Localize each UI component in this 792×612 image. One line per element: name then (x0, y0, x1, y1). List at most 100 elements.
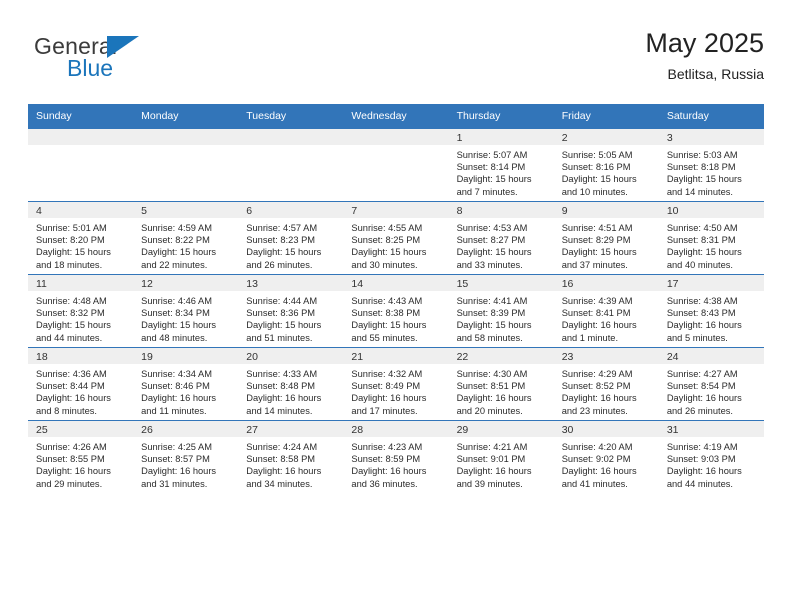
daylight-line-2: and 33 minutes. (456, 259, 523, 270)
daylight-line-2: and 20 minutes. (456, 405, 523, 416)
sunrise-time: Sunrise: 4:23 AM (351, 442, 423, 452)
sunset-time: Sunset: 8:48 PM (246, 381, 316, 392)
calendar-day-cell[interactable]: 1 Sunrise: 5:07 AM Sunset: 8:14 PM Daylight… (448, 128, 554, 202)
calendar-cell-empty (28, 128, 134, 202)
daylight-line-2: and 5 minutes. (666, 332, 728, 343)
calendar-day-cell[interactable]: 4 Sunrise: 5:01 AM Sunset: 8:20 PM Daylight… (28, 201, 134, 275)
sunrise-time: Sunrise: 4:51 AM (561, 223, 633, 233)
day-number: 26 (133, 421, 239, 437)
day-number: 11 (28, 275, 134, 291)
daylight-line-2: and 14 minutes. (666, 186, 733, 197)
calendar-day-cell[interactable]: 3 Sunrise: 5:03 AM Sunset: 8:18 PM Daylight… (658, 128, 764, 202)
calendar-day-cell[interactable]: 10 Sunrise: 4:50 AM Sunset: 8:31 PM Dayligh… (658, 201, 764, 275)
sunset-time: Sunset: 8:52 PM (561, 381, 631, 392)
calendar-day-cell[interactable]: 28 Sunrise: 4:23 AM Sunset: 8:59 PM Dayligh… (343, 420, 449, 493)
sunset-time: Sunset: 8:34 PM (141, 308, 210, 319)
sunset-time: Sunset: 8:41 PM (561, 308, 631, 319)
day-details: Sunrise: 4:55 AM Sunset: 8:25 PM Daylight:… (343, 218, 448, 271)
sunrise-time: Sunrise: 4:25 AM (141, 442, 212, 452)
calendar-day-cell[interactable]: 30 Sunrise: 4:20 AM Sunset: 9:02 PM Dayligh… (553, 420, 659, 493)
sunset-time: Sunset: 8:51 PM (456, 381, 526, 392)
calendar-day-cell[interactable]: 16 Sunrise: 4:39 AM Sunset: 8:41 PM Dayligh… (553, 274, 659, 348)
sunrise-time: Sunrise: 5:07 AM (456, 150, 528, 160)
sunrise-time: Sunrise: 5:03 AM (666, 150, 738, 160)
daylight-line-1: Daylight: 16 hours (666, 320, 742, 331)
day-details: Sunrise: 4:46 AM Sunset: 8:34 PM Daylight:… (133, 291, 238, 344)
calendar-day-cell[interactable]: 7 Sunrise: 4:55 AM Sunset: 8:25 PM Daylight… (343, 201, 449, 275)
calendar-day-cell[interactable]: 20 Sunrise: 4:33 AM Sunset: 8:48 PM Dayligh… (238, 347, 344, 421)
calendar-day-cell[interactable]: 22 Sunrise: 4:30 AM Sunset: 8:51 PM Dayligh… (448, 347, 554, 421)
sunset-time: Sunset: 8:20 PM (36, 235, 105, 246)
calendar-day-cell[interactable]: 11 Sunrise: 4:48 AM Sunset: 8:32 PM Dayligh… (28, 274, 134, 348)
daylight-line-1: Daylight: 16 hours (666, 393, 742, 404)
sunrise-time: Sunrise: 4:33 AM (246, 369, 318, 379)
daylight-line-1: Daylight: 15 hours (561, 174, 637, 185)
sunrise-time: Sunrise: 4:29 AM (561, 369, 633, 379)
daylight-line-1: Daylight: 15 hours (36, 247, 111, 258)
sunrise-time: Sunrise: 4:30 AM (456, 369, 528, 379)
daylight-line-1: Daylight: 15 hours (666, 247, 742, 258)
day-number: 15 (448, 275, 554, 291)
calendar-day-cell[interactable]: 15 Sunrise: 4:41 AM Sunset: 8:39 PM Dayligh… (448, 274, 554, 348)
calendar-day-cell[interactable]: 19 Sunrise: 4:34 AM Sunset: 8:46 PM Dayligh… (133, 347, 239, 421)
sunrise-time: Sunrise: 4:44 AM (246, 296, 318, 306)
day-details: Sunrise: 4:41 AM Sunset: 8:39 PM Daylight:… (449, 291, 554, 344)
daylight-line-1: Daylight: 16 hours (141, 393, 217, 404)
page-subtitle: Betlitsa, Russia (667, 66, 764, 82)
calendar-week-row: 1 Sunrise: 5:07 AM Sunset: 8:14 PM Daylight… (28, 128, 764, 202)
calendar-day-cell[interactable]: 6 Sunrise: 4:57 AM Sunset: 8:23 PM Daylight… (238, 201, 344, 275)
calendar-day-cell[interactable]: 18 Sunrise: 4:36 AM Sunset: 8:44 PM Dayligh… (28, 347, 134, 421)
calendar-table: Sunday Monday Tuesday Wednesday Thursday Frid… (28, 104, 764, 493)
day-details: Sunrise: 5:05 AM Sunset: 8:16 PM Daylight:… (554, 145, 659, 198)
calendar-day-cell[interactable]: 12 Sunrise: 4:46 AM Sunset: 8:34 PM Dayligh… (133, 274, 239, 348)
calendar-day-cell[interactable]: 25 Sunrise: 4:26 AM Sunset: 8:55 PM Dayligh… (28, 420, 134, 493)
calendar-cell-empty (238, 128, 344, 202)
sunrise-time: Sunrise: 4:24 AM (246, 442, 318, 452)
daylight-line-1: Daylight: 16 hours (561, 466, 637, 477)
sunrise-time: Sunrise: 4:34 AM (141, 369, 212, 379)
day-number: 13 (238, 275, 344, 291)
day-number: 1 (448, 129, 554, 145)
daylight-line-1: Daylight: 16 hours (246, 466, 322, 477)
brand-logo[interactable]: General Blue (34, 34, 264, 90)
calendar-day-cell[interactable]: 17 Sunrise: 4:38 AM Sunset: 8:43 PM Dayligh… (658, 274, 764, 348)
day-details: Sunrise: 4:39 AM Sunset: 8:41 PM Daylight:… (554, 291, 659, 344)
calendar-day-cell[interactable]: 24 Sunrise: 4:27 AM Sunset: 8:54 PM Dayligh… (658, 347, 764, 421)
sunset-time: Sunset: 8:32 PM (36, 308, 105, 319)
day-number: 31 (658, 421, 764, 437)
day-number: 30 (553, 421, 659, 437)
calendar-day-cell[interactable]: 13 Sunrise: 4:44 AM Sunset: 8:36 PM Dayligh… (238, 274, 344, 348)
calendar-day-cell[interactable]: 8 Sunrise: 4:53 AM Sunset: 8:27 PM Daylight… (448, 201, 554, 275)
day-number: 7 (343, 202, 449, 218)
sunrise-time: Sunrise: 4:57 AM (246, 223, 318, 233)
page-title: May 2025 (645, 28, 764, 58)
day-details: Sunrise: 4:34 AM Sunset: 8:46 PM Daylight:… (133, 364, 238, 417)
daylight-line-1: Daylight: 15 hours (456, 320, 532, 331)
calendar-day-cell[interactable]: 14 Sunrise: 4:43 AM Sunset: 8:38 PM Dayligh… (343, 274, 449, 348)
sunset-time: Sunset: 8:38 PM (351, 308, 421, 319)
calendar-day-cell[interactable]: 5 Sunrise: 4:59 AM Sunset: 8:22 PM Daylight… (133, 201, 239, 275)
daylight-line-2: and 14 minutes. (246, 405, 313, 416)
daylight-line-2: and 30 minutes. (351, 259, 418, 270)
calendar-day-cell[interactable]: 27 Sunrise: 4:24 AM Sunset: 8:58 PM Dayligh… (238, 420, 344, 493)
daylight-line-1: Daylight: 15 hours (456, 247, 532, 258)
calendar-day-cell[interactable]: 23 Sunrise: 4:29 AM Sunset: 8:52 PM Dayligh… (553, 347, 659, 421)
day-number: 5 (133, 202, 239, 218)
sunset-time: Sunset: 8:27 PM (456, 235, 526, 246)
calendar-day-cell[interactable]: 9 Sunrise: 4:51 AM Sunset: 8:29 PM Daylight… (553, 201, 659, 275)
calendar-day-cell[interactable]: 21 Sunrise: 4:32 AM Sunset: 8:49 PM Dayligh… (343, 347, 449, 421)
day-details: Sunrise: 4:50 AM Sunset: 8:31 PM Daylight:… (659, 218, 764, 271)
sunset-time: Sunset: 9:01 PM (456, 454, 526, 465)
calendar-day-cell[interactable]: 31 Sunrise: 4:19 AM Sunset: 9:03 PM Dayligh… (658, 420, 764, 493)
daylight-line-2: and 55 minutes. (351, 332, 418, 343)
day-details: Sunrise: 5:07 AM Sunset: 8:14 PM Daylight:… (449, 145, 554, 198)
daylight-line-1: Daylight: 16 hours (36, 466, 111, 477)
calendar-day-cell[interactable]: 29 Sunrise: 4:21 AM Sunset: 9:01 PM Dayligh… (448, 420, 554, 493)
sunrise-time: Sunrise: 4:43 AM (351, 296, 423, 306)
calendar-day-cell[interactable]: 26 Sunrise: 4:25 AM Sunset: 8:57 PM Dayligh… (133, 420, 239, 493)
day-details: Sunrise: 4:20 AM Sunset: 9:02 PM Daylight:… (554, 437, 659, 490)
page-header: General Blue May 2025 Betlitsa, Russia (28, 26, 764, 98)
day-number (133, 129, 239, 145)
day-details: Sunrise: 4:44 AM Sunset: 8:36 PM Daylight:… (238, 291, 343, 344)
calendar-day-cell[interactable]: 2 Sunrise: 5:05 AM Sunset: 8:16 PM Daylight… (553, 128, 659, 202)
